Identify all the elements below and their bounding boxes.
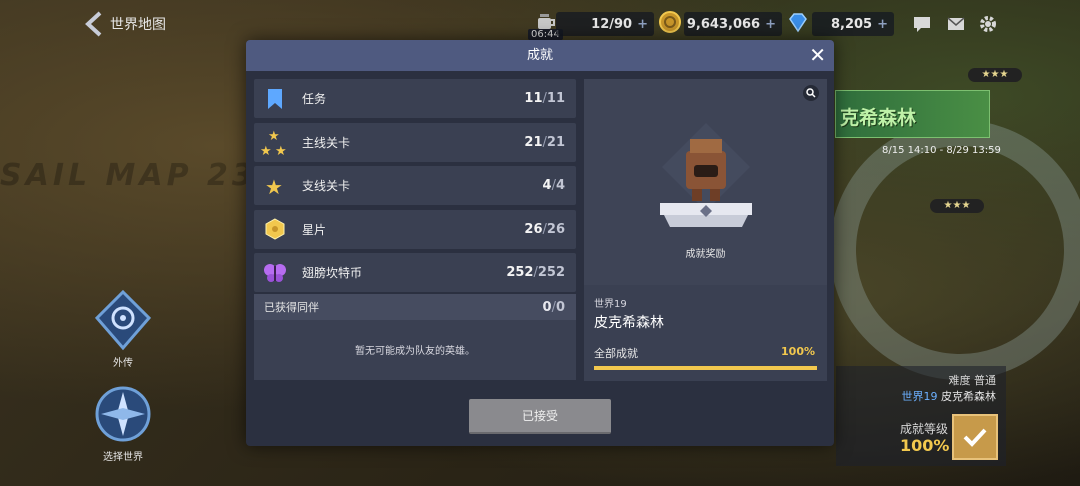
three-stars-icon: ★ ★ ★ bbox=[260, 127, 290, 157]
achievement-modal: 成就 ✕ 任务 11/11 ★ ★ ★ 主线关卡 21/21 ★ 支线关卡 4/4 bbox=[246, 40, 834, 446]
row-total: 11 bbox=[546, 91, 565, 106]
gem-counter[interactable]: 8,205 + bbox=[812, 12, 894, 36]
gem-value: 8,205 bbox=[830, 16, 873, 32]
svg-text:★: ★ bbox=[275, 144, 287, 157]
mail-icon[interactable] bbox=[946, 14, 966, 34]
stage-stars-badge: ★★★ bbox=[930, 199, 984, 213]
compass-shield-icon bbox=[94, 289, 152, 351]
companion-header: 已获得同伴 0/0 bbox=[254, 294, 576, 320]
select-world-label: 选择世界 bbox=[103, 452, 143, 463]
stage-name: 皮克希森林 bbox=[941, 390, 996, 403]
achievement-progress-bar bbox=[594, 366, 817, 370]
event-date: 8/15 14:10 - 8/29 13:59 bbox=[882, 145, 1001, 156]
world-name: 皮克希森林 bbox=[594, 315, 664, 331]
gear-icon[interactable] bbox=[978, 14, 998, 34]
row-current: 26 bbox=[524, 221, 543, 237]
reward-panel: 成就奖励 世界19 皮克希森林 全部成就 100% bbox=[584, 79, 827, 381]
accept-button[interactable]: 已接受 bbox=[469, 399, 611, 434]
achievement-row-side-stage: ★ 支线关卡 4/4 bbox=[254, 166, 576, 205]
world-number: 世界19 bbox=[594, 299, 627, 310]
companion-current: 0 bbox=[542, 299, 552, 315]
stage-location: 世界19 皮克希森林 bbox=[902, 388, 997, 404]
stamina-value: 12/90 bbox=[591, 16, 633, 32]
map-ground-text: SAIL MAP 231 bbox=[0, 158, 282, 193]
svg-text:★: ★ bbox=[268, 129, 280, 144]
stage-world: 世界19 bbox=[901, 390, 938, 403]
close-icon[interactable]: ✕ bbox=[809, 40, 826, 71]
side-story-button[interactable]: 外传 bbox=[88, 288, 158, 369]
gold-coin-icon bbox=[659, 11, 681, 33]
achievement-list: 任务 11/11 ★ ★ ★ 主线关卡 21/21 ★ 支线关卡 4/4 星片 26… bbox=[254, 79, 576, 297]
grade-label: 成就等级 bbox=[900, 422, 949, 436]
gold-value: 9,643,066 bbox=[686, 16, 761, 32]
row-label: 任务 bbox=[302, 92, 327, 106]
all-achievement-label: 全部成就 bbox=[594, 347, 638, 360]
reward-label: 成就奖励 bbox=[685, 249, 726, 260]
stage-stars-badge: ★★★ bbox=[968, 68, 1022, 82]
achievement-row-star-piece: 星片 26/26 bbox=[254, 209, 576, 249]
row-value: 11/11 bbox=[524, 91, 565, 106]
grade-value: 100% bbox=[900, 436, 950, 455]
companion-empty-text: 暂无可能成为队友的英雄。 bbox=[355, 346, 475, 357]
row-current: 11 bbox=[524, 91, 543, 106]
row-value: 21/21 bbox=[524, 134, 565, 150]
select-world-button[interactable]: 选择世界 bbox=[88, 382, 158, 463]
svg-text:★: ★ bbox=[265, 175, 283, 197]
row-label: 星片 bbox=[302, 222, 327, 237]
reward-preview: 成就奖励 bbox=[584, 79, 827, 285]
achievement-row-quest: 任务 11/11 bbox=[254, 79, 576, 118]
plus-icon[interactable]: + bbox=[877, 17, 888, 32]
back-button[interactable]: 世界地图 bbox=[82, 10, 166, 38]
row-total: 252 bbox=[537, 265, 565, 280]
plus-icon[interactable]: + bbox=[765, 17, 776, 32]
row-total: 4 bbox=[555, 178, 565, 193]
companion-value: 0/0 bbox=[542, 299, 565, 315]
gem-icon bbox=[789, 13, 807, 33]
row-label: 翅膀坎特币 bbox=[302, 266, 363, 280]
stamina-counter[interactable]: 12/90 + bbox=[556, 12, 654, 36]
svg-text:★: ★ bbox=[260, 144, 272, 157]
row-current: 4 bbox=[542, 178, 552, 193]
event-banner[interactable]: 克希森林 bbox=[835, 90, 990, 138]
reward-statue-icon bbox=[660, 123, 752, 227]
butterfly-icon bbox=[260, 258, 290, 288]
difficulty-label: 难度 普通 bbox=[948, 374, 997, 387]
grade-check-icon[interactable] bbox=[952, 414, 998, 460]
gold-counter[interactable]: 9,643,066 + bbox=[684, 12, 782, 36]
plus-icon[interactable]: + bbox=[637, 17, 648, 32]
row-label: 支线关卡 bbox=[302, 179, 351, 193]
row-total: 21 bbox=[546, 134, 565, 150]
row-value: 26/26 bbox=[524, 221, 565, 237]
row-total: 26 bbox=[546, 221, 565, 237]
chevron-left-icon bbox=[85, 11, 102, 37]
magnify-icon[interactable] bbox=[803, 85, 819, 101]
companion-total: 0 bbox=[555, 299, 565, 315]
bookmark-icon bbox=[260, 84, 290, 114]
companion-label: 已获得同伴 bbox=[264, 301, 319, 314]
compass-icon bbox=[95, 386, 151, 442]
row-label: 主线关卡 bbox=[302, 135, 351, 150]
companion-panel: 已获得同伴 0/0 暂无可能成为队友的英雄。 bbox=[254, 294, 576, 380]
modal-title: 成就 bbox=[526, 48, 553, 63]
stage-info-panel: 难度 普通 世界19 皮克希森林 成就等级 100% bbox=[836, 366, 1006, 466]
row-current: 252 bbox=[506, 265, 534, 280]
row-value: 252/252 bbox=[506, 265, 565, 280]
modal-header: 成就 ✕ bbox=[246, 40, 834, 71]
all-achievement-percent: 100% bbox=[781, 345, 815, 358]
achievement-row-main-stage: ★ ★ ★ 主线关卡 21/21 bbox=[254, 122, 576, 162]
star-icon: ★ bbox=[260, 171, 290, 201]
side-story-label: 外传 bbox=[113, 358, 133, 369]
progress-fill bbox=[594, 366, 817, 370]
row-current: 21 bbox=[524, 134, 543, 150]
chat-icon[interactable] bbox=[912, 14, 932, 34]
back-label: 世界地图 bbox=[110, 17, 166, 33]
achievement-row-wing-coin: 翅膀坎特币 252/252 bbox=[254, 253, 576, 292]
star-piece-icon bbox=[260, 214, 290, 244]
event-banner-title: 克希森林 bbox=[840, 107, 917, 129]
row-value: 4/4 bbox=[542, 178, 565, 193]
